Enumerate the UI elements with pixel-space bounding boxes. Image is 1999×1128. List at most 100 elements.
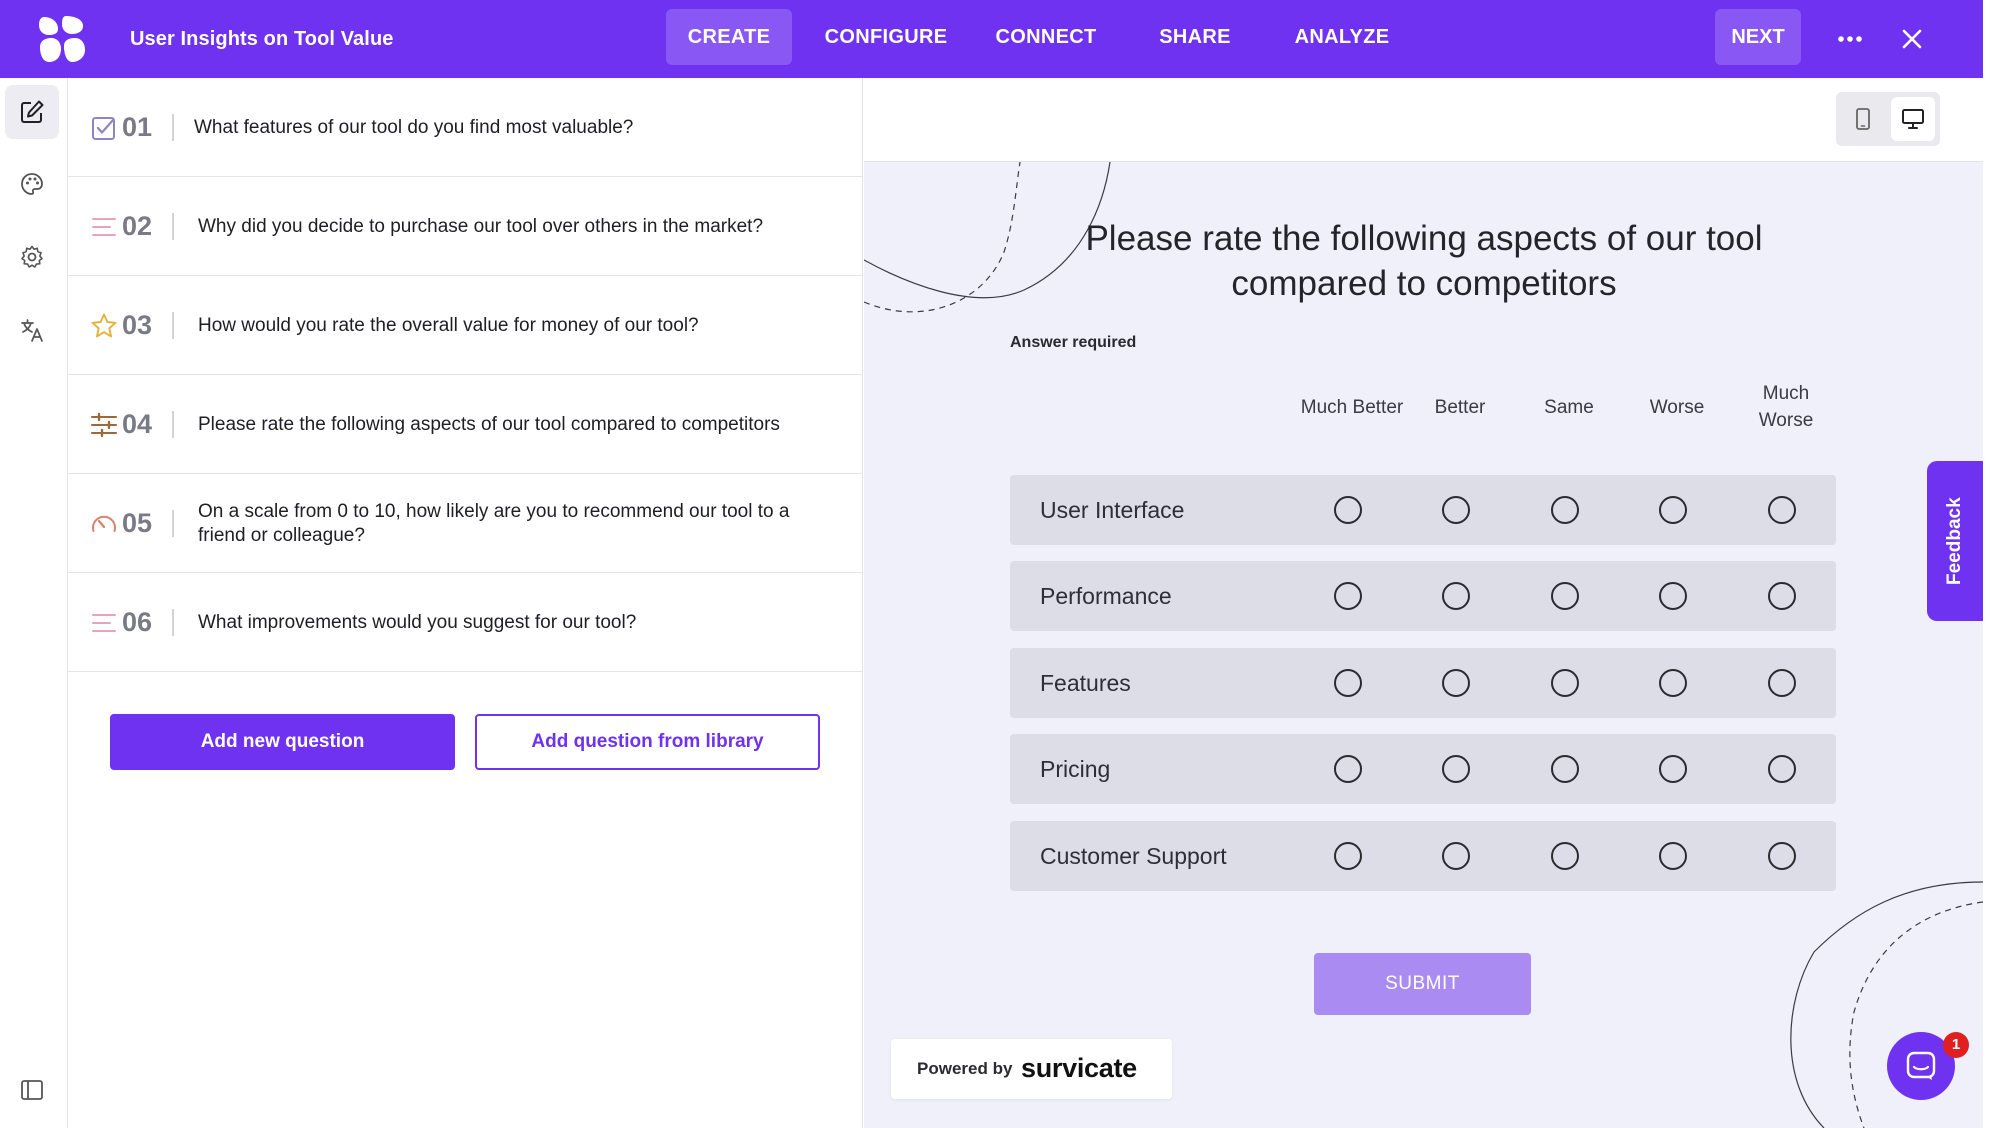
close-icon[interactable] (1895, 22, 1929, 56)
matrix-row: User Interface (1010, 475, 1836, 545)
question-item[interactable]: 06 What improvements would you suggest f… (68, 573, 863, 672)
radio-option[interactable] (1442, 669, 1470, 697)
rail-edit-button[interactable] (5, 85, 59, 139)
radio-option[interactable] (1659, 755, 1687, 783)
divider (172, 609, 174, 636)
question-item[interactable]: 02 Why did you decide to purchase our to… (68, 177, 863, 276)
radio-option[interactable] (1768, 496, 1796, 524)
radio-option[interactable] (1334, 842, 1362, 870)
powered-by-badge[interactable]: Powered by survicate (891, 1039, 1172, 1099)
question-text: How would you rate the overall value for… (198, 314, 699, 336)
tab-analyze[interactable]: ANALYZE (1286, 9, 1398, 65)
preview-header (864, 78, 1983, 162)
question-text: Why did you decide to purchase our tool … (198, 215, 764, 237)
tab-configure[interactable]: CONFIGURE (815, 9, 957, 65)
radio-option[interactable] (1551, 842, 1579, 870)
checkbox-icon (90, 114, 118, 142)
divider (172, 411, 174, 438)
question-number: 04 (122, 409, 153, 439)
matrix-column-header: Much Worse (1758, 383, 1814, 431)
translate-icon (21, 319, 43, 342)
text-lines-icon (90, 213, 118, 241)
radio-option[interactable] (1659, 496, 1687, 524)
feedback-label[interactable]: Feedback (1929, 495, 1981, 587)
add-from-library-button[interactable]: Add question from library (475, 714, 820, 770)
matrix-column-header: Better (1434, 396, 1486, 418)
divider (172, 213, 174, 240)
matrix-row: Features (1010, 648, 1836, 718)
divider (172, 312, 174, 339)
radio-option[interactable] (1334, 755, 1362, 783)
next-button[interactable]: NEXT (1715, 9, 1801, 65)
answer-required-label: Answer required (1010, 334, 1137, 351)
radio-option[interactable] (1768, 755, 1796, 783)
radio-option[interactable] (1551, 669, 1579, 697)
matrix-row-label: Performance (1040, 583, 1172, 609)
question-number: 01 (122, 112, 153, 142)
submit-button[interactable]: SUBMIT (1314, 953, 1531, 1015)
radio-option[interactable] (1768, 582, 1796, 610)
device-toggle (1836, 92, 1940, 146)
radio-option[interactable] (1659, 669, 1687, 697)
radio-option[interactable] (1659, 582, 1687, 610)
text-lines-icon (90, 609, 118, 637)
notification-badge: 1 (1943, 1032, 1969, 1058)
matrix-row: Performance (1010, 561, 1836, 631)
question-item[interactable]: 05 On a scale from 0 to 10, how likely a… (68, 474, 863, 573)
radio-option[interactable] (1334, 582, 1362, 610)
survicate-wordmark: survicate (1021, 1053, 1137, 1083)
matrix-column-header: Worse (1649, 396, 1705, 418)
question-text: What features of our tool do you find mo… (194, 116, 634, 138)
question-list-panel: 01 What features of our tool do you find… (68, 78, 863, 1128)
radio-option[interactable] (1334, 496, 1362, 524)
top-bar: User Insights on Tool Value CREATE CONFI… (0, 0, 1999, 78)
gear-icon (21, 245, 43, 268)
palette-icon (21, 173, 43, 195)
survicate-logo-icon[interactable] (36, 13, 88, 65)
question-item[interactable]: 01 What features of our tool do you find… (68, 78, 863, 177)
question-item[interactable]: 04 Please rate the following aspects of … (68, 375, 863, 474)
matrix-row-label: Features (1040, 670, 1131, 696)
question-item[interactable]: 03 How would you rate the overall value … (68, 276, 863, 375)
question-number: 06 (122, 607, 153, 637)
rail-settings-button[interactable] (5, 230, 59, 284)
tab-create[interactable]: CREATE (666, 9, 792, 65)
radio-option[interactable] (1768, 842, 1796, 870)
radio-option[interactable] (1442, 582, 1470, 610)
matrix-row-label: Customer Support (1040, 843, 1227, 869)
powered-by-label: Powered by (917, 1059, 1013, 1078)
question-number: 03 (122, 310, 153, 340)
radio-option[interactable] (1551, 755, 1579, 783)
tab-connect[interactable]: CONNECT (985, 9, 1107, 65)
matrix-column-header: Much Better (1300, 396, 1404, 418)
preview-question-title: Please rate the following aspects of our… (1085, 219, 1763, 303)
radio-option[interactable] (1442, 496, 1470, 524)
survey-title[interactable]: User Insights on Tool Value (130, 0, 393, 78)
matrix-column-header: Same (1544, 396, 1594, 418)
gauge-icon (90, 510, 118, 538)
tab-share[interactable]: SHARE (1150, 9, 1240, 65)
more-horizontal-icon[interactable] (1833, 22, 1867, 56)
survey-preview: Please rate the following aspects of our… (864, 78, 1983, 1128)
divider (172, 114, 174, 141)
left-rail (0, 78, 68, 1128)
sidebar-toggle-icon (21, 1080, 43, 1100)
rail-collapse-button[interactable] (5, 1063, 59, 1117)
rail-design-button[interactable] (5, 157, 59, 211)
radio-option[interactable] (1768, 669, 1796, 697)
desktop-preview-button[interactable] (1891, 97, 1935, 141)
question-text: What improvements would you suggest for … (198, 611, 637, 633)
question-text: On a scale from 0 to 10, how likely are … (198, 500, 790, 546)
radio-option[interactable] (1659, 842, 1687, 870)
mobile-preview-button[interactable] (1841, 97, 1885, 141)
add-new-question-button[interactable]: Add new question (110, 714, 455, 770)
radio-option[interactable] (1442, 755, 1470, 783)
radio-option[interactable] (1551, 496, 1579, 524)
rail-translate-button[interactable] (5, 303, 59, 357)
radio-option[interactable] (1334, 669, 1362, 697)
question-text: Please rate the following aspects of our… (198, 413, 780, 435)
question-number: 05 (122, 508, 153, 538)
radio-option[interactable] (1442, 842, 1470, 870)
radio-option[interactable] (1551, 582, 1579, 610)
matrix-row-label: Pricing (1040, 756, 1111, 782)
